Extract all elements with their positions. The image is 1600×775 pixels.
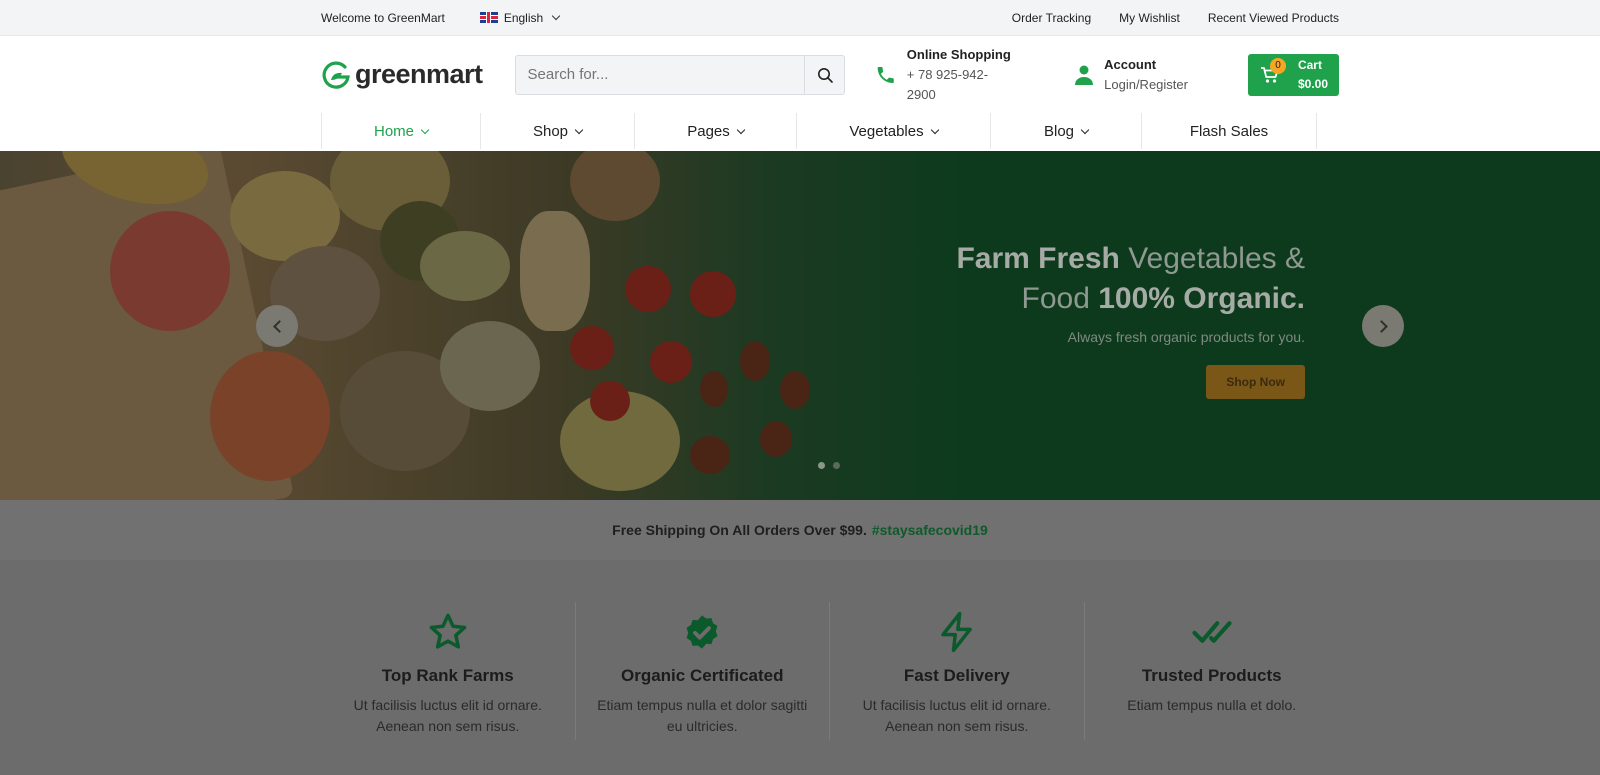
- login-register-link[interactable]: Login/Register: [1104, 75, 1188, 95]
- chevron-down-icon: [1080, 125, 1090, 134]
- features-section: Top Rank Farms Ut facilisis luctus elit …: [0, 560, 1600, 775]
- feature-card: Fast Delivery Ut facilisis luctus elit i…: [830, 602, 1085, 740]
- hero-title-bold: Farm Fresh: [956, 242, 1120, 275]
- feature-text: Ut facilisis luctus elit id ornare. Aene…: [353, 697, 542, 734]
- nav-label: Blog: [1043, 122, 1075, 140]
- search-button[interactable]: [804, 55, 844, 94]
- chevron-down-icon: [930, 125, 939, 134]
- nav-item-flash-sales[interactable]: Flash Sales: [1141, 113, 1317, 149]
- feature-card: Top Rank Farms Ut facilisis luctus elit …: [321, 602, 576, 740]
- wishlist-link[interactable]: My Wishlist: [1119, 11, 1180, 25]
- search-bar: [514, 54, 846, 95]
- feature-card: Trusted Products Etiam tempus nulla et d…: [1085, 602, 1339, 740]
- search-icon: [817, 67, 833, 83]
- nav-item-pages[interactable]: Pages: [634, 113, 796, 149]
- logo-text: greenmart: [355, 59, 483, 89]
- welcome-text: Welcome to GreenMart: [321, 10, 445, 25]
- user-icon: [1075, 65, 1094, 85]
- chevron-right-icon: [1374, 319, 1388, 333]
- slider-dots: [818, 462, 840, 469]
- search-input[interactable]: [515, 55, 805, 94]
- feature-title: Trusted Products: [1141, 666, 1282, 685]
- hero-subtitle: Always fresh organic products for you.: [1067, 329, 1305, 345]
- hero-title: Farm Fresh Vegetables & Food 100% Organi…: [956, 239, 1305, 319]
- logo-icon: [322, 61, 350, 89]
- phone-icon: [878, 66, 895, 83]
- nav-item-blog[interactable]: Blog: [990, 113, 1141, 149]
- slider-dot-2[interactable]: [833, 462, 840, 469]
- hero-title-light: Food: [1021, 282, 1090, 315]
- nav-item-vegetables[interactable]: Vegetables: [796, 113, 990, 149]
- slider-next-button[interactable]: [1362, 305, 1404, 347]
- shop-now-button[interactable]: Shop Now: [1206, 365, 1305, 399]
- star-icon: [429, 613, 467, 649]
- feature-title: Top Rank Farms: [381, 666, 514, 685]
- lightning-icon: [941, 611, 972, 653]
- nav-label: Home: [373, 122, 414, 140]
- uk-flag-icon: [479, 12, 498, 23]
- top-bar: Welcome to GreenMart English Order Track…: [0, 0, 1600, 36]
- language-selector[interactable]: English: [479, 10, 561, 25]
- slider-prev-button[interactable]: [256, 305, 298, 347]
- feature-card: Organic Certificated Etiam tempus nulla …: [576, 602, 830, 740]
- cart-label: Cart: [1297, 57, 1322, 72]
- language-label: English: [503, 10, 544, 25]
- free-shipping-banner: Free Shipping On All Orders Over $99. #s…: [0, 500, 1600, 560]
- slider-dot-1[interactable]: [818, 462, 825, 469]
- hero-content: Farm Fresh Vegetables & Food 100% Organi…: [956, 239, 1305, 399]
- nav-item-home[interactable]: Home: [321, 113, 480, 149]
- online-shopping-info: Online Shopping + 78 925-942-2900: [875, 45, 1014, 105]
- top-links: Order Tracking My Wishlist Recent Viewed…: [1012, 11, 1339, 25]
- feature-text: Ut facilisis luctus elit id ornare. Aene…: [862, 697, 1051, 734]
- feature-title: Fast Delivery: [903, 666, 1010, 685]
- chevron-left-icon: [272, 319, 286, 333]
- chevron-down-icon: [736, 125, 746, 134]
- cart-button[interactable]: 0 Cart $0.00: [1247, 53, 1339, 96]
- hero-title-light: Vegetables &: [1128, 242, 1305, 275]
- cart-count-badge: 0: [1269, 57, 1286, 74]
- feature-title: Organic Certificated: [621, 666, 784, 685]
- badge-check-icon: [686, 615, 718, 649]
- nav-label: Flash Sales: [1189, 122, 1269, 140]
- order-tracking-link[interactable]: Order Tracking: [1012, 11, 1091, 25]
- cart-total: $0.00: [1297, 76, 1328, 91]
- nav-label: Pages: [687, 122, 730, 140]
- phone-number[interactable]: + 78 925-942-2900: [907, 65, 1014, 105]
- nav-label: Shop: [532, 122, 569, 140]
- hero-title-bold: 100% Organic.: [1098, 282, 1305, 315]
- chevron-down-icon: [574, 125, 584, 134]
- shipping-hashtag[interactable]: #staysafecovid19: [872, 522, 988, 538]
- chevron-down-icon: [420, 125, 430, 134]
- nav-label: Vegetables: [849, 122, 924, 140]
- feature-text: Etiam tempus nulla et dolor sagitti eu u…: [597, 697, 808, 734]
- header: greenmart Online Shopping + 78 925-942-2…: [0, 36, 1600, 113]
- nav-item-shop[interactable]: Shop: [480, 113, 634, 149]
- logo[interactable]: greenmart: [321, 59, 483, 90]
- chevron-down-icon: [551, 11, 561, 21]
- main-nav: Home Shop Pages Vegetables Blog Flash Sa…: [0, 113, 1600, 151]
- online-shopping-title: Online Shopping: [906, 46, 1011, 62]
- feature-text: Etiam tempus nulla et dolo.: [1127, 697, 1297, 713]
- recent-viewed-link[interactable]: Recent Viewed Products: [1208, 11, 1339, 25]
- double-check-icon: [1192, 621, 1232, 643]
- shipping-text: Free Shipping On All Orders Over $99.: [612, 522, 867, 538]
- account-title: Account: [1104, 56, 1157, 72]
- hero-slider: Farm Fresh Vegetables & Food 100% Organi…: [0, 151, 1600, 500]
- account-info[interactable]: Account Login/Register: [1074, 55, 1188, 95]
